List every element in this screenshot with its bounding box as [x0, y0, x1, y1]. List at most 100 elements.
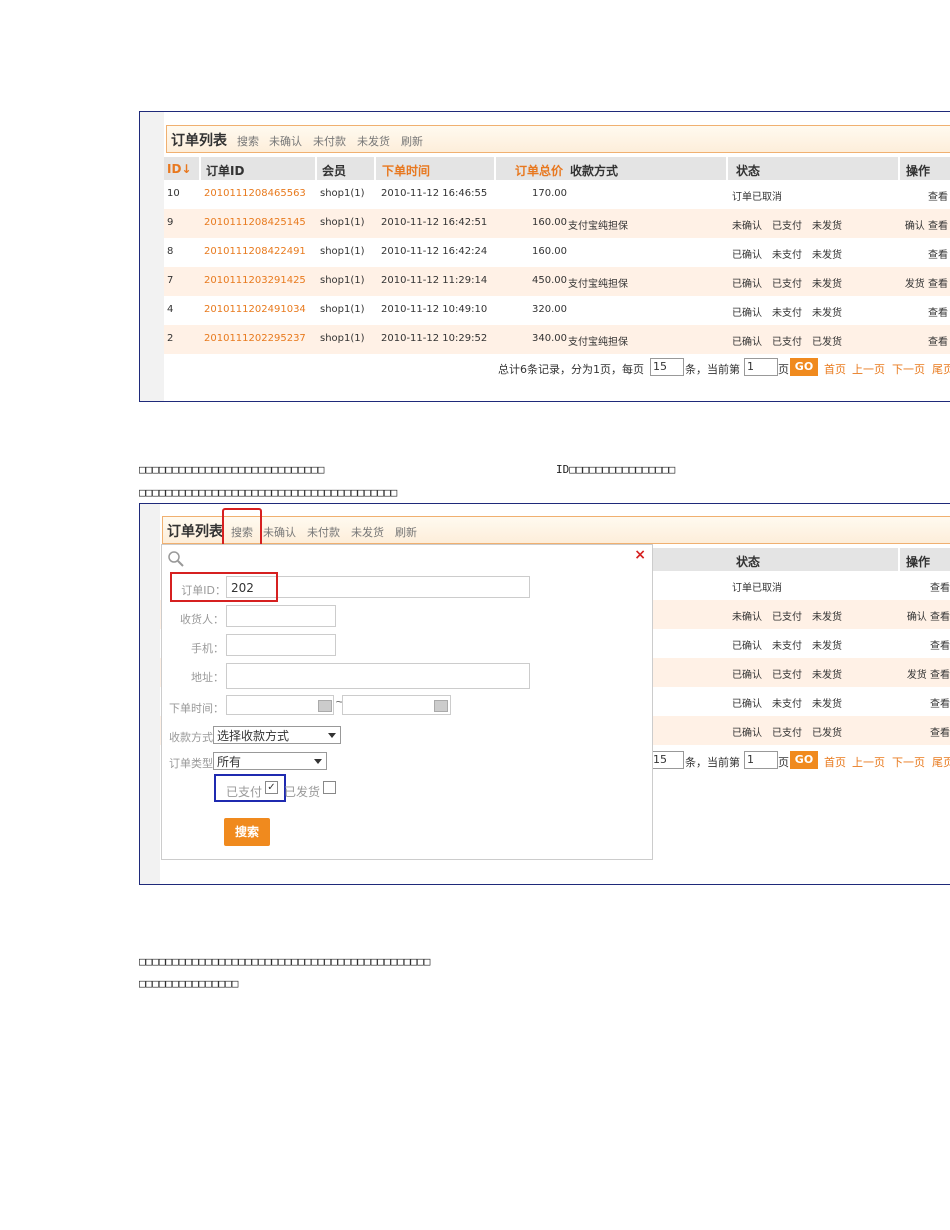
- status-text: 未发货: [812, 699, 842, 710]
- toolbar-link-unpaid-2[interactable]: 未付款: [307, 524, 340, 540]
- order-list-title-2: 订单列表: [167, 524, 223, 540]
- price-cell: 160.00: [532, 217, 567, 228]
- order-id-link[interactable]: 2010111208422491: [204, 246, 306, 257]
- go-button[interactable]: GO: [790, 358, 818, 376]
- per-page-input-2[interactable]: 15: [650, 751, 684, 769]
- prev-page-link[interactable]: 上一页: [852, 361, 885, 377]
- row-id: 9: [167, 217, 174, 228]
- order-search-screenshot: 订单列表 搜索 未确认 未付款 未发货 刷新 状态 操作 订单已取消 查看 未确认已…: [139, 503, 950, 885]
- row-operations-link[interactable]: 查看: [930, 579, 950, 594]
- status-text: 未支付: [772, 308, 802, 319]
- row-operations-link[interactable]: 查看: [928, 246, 948, 261]
- status-text: 已确认: [732, 250, 762, 261]
- status-text: 订单已取消: [732, 583, 782, 594]
- first-page-link-2[interactable]: 首页: [824, 754, 846, 770]
- row-id: 10: [167, 188, 180, 199]
- caption-1-line-1a: □□□□□□□□□□□□□□□□□□□□□□□□□□□□: [139, 463, 325, 476]
- status-text: 已确认: [732, 728, 762, 739]
- toolbar-link-search[interactable]: 搜索: [237, 133, 259, 149]
- order-id-link[interactable]: 2010111202491034: [204, 304, 306, 315]
- calendar-icon[interactable]: [434, 700, 448, 712]
- order-list-screenshot: 订单列表 搜索 未确认 未付款 未发货 刷新 ID↓ 订单ID 会员 下单时间 …: [139, 111, 950, 402]
- next-page-link[interactable]: 下一页: [892, 361, 925, 377]
- toolbar-link-refresh-2[interactable]: 刷新: [395, 524, 417, 540]
- toolbar-link-unconfirmed[interactable]: 未确认: [269, 133, 302, 149]
- current-page-input[interactable]: 1: [744, 358, 778, 376]
- pager-page-unit: 页: [778, 363, 789, 376]
- calendar-icon[interactable]: [318, 700, 332, 712]
- order-id-link[interactable]: 2010111202295237: [204, 333, 306, 344]
- status-text: 未发货: [812, 641, 842, 652]
- per-page-input[interactable]: 15: [650, 358, 684, 376]
- row-operations-link[interactable]: 查看: [930, 637, 950, 652]
- member-cell: shop1(1): [320, 246, 365, 257]
- toolbar-link-unpaid[interactable]: 未付款: [313, 133, 346, 149]
- status-text: 未发货: [812, 279, 842, 290]
- toolbar-link-unshipped-2[interactable]: 未发货: [351, 524, 384, 540]
- status-text: 已确认: [732, 641, 762, 652]
- table-header: ID↓ 订单ID 会员 下单时间 订单总价 收款方式 状态 操作: [164, 157, 950, 180]
- row-operations-link[interactable]: 确认 查看: [907, 608, 950, 623]
- last-page-link[interactable]: 尾页: [932, 361, 950, 377]
- close-icon[interactable]: ×: [634, 547, 646, 563]
- toolbar-link-unshipped[interactable]: 未发货: [357, 133, 390, 149]
- col-total-price[interactable]: 订单总价: [515, 162, 563, 179]
- status-text: 未发货: [812, 308, 842, 319]
- address-label: 地址：: [191, 671, 224, 684]
- status-text: 已支付: [772, 337, 802, 348]
- go-button-2[interactable]: GO: [790, 751, 818, 769]
- order-id-link[interactable]: 2010111208425145: [204, 217, 306, 228]
- status-text: 已发货: [812, 728, 842, 739]
- order-time-cell: 2010-11-12 10:49:10: [381, 304, 488, 315]
- row-operations-link[interactable]: 查看: [928, 188, 948, 203]
- paid-label: 已支付: [226, 785, 263, 799]
- row-operations-link[interactable]: 查看: [930, 724, 950, 739]
- row-operations-link[interactable]: 查看: [928, 304, 948, 319]
- toolbar-link-unconfirmed-2[interactable]: 未确认: [263, 524, 296, 540]
- pagination: 总计6条记录，分为1页，每页 15 条，当前第 1 页 GO 首页 上一页 下一…: [164, 358, 950, 378]
- prev-page-link-2[interactable]: 上一页: [852, 754, 885, 770]
- table-row: 4 2010111202491034 shop1(1) 2010-11-12 10:4…: [164, 296, 950, 325]
- table-row: 9 2010111208425145 shop1(1) 2010-11-12 16:4…: [164, 209, 950, 238]
- col-operations-2: 操作: [906, 555, 931, 569]
- address-input[interactable]: [226, 663, 530, 689]
- price-cell: 160.00: [532, 246, 567, 257]
- status-text: 已确认: [732, 337, 762, 348]
- status-text: 已支付: [772, 221, 802, 232]
- status-text: 未支付: [772, 641, 802, 652]
- order-type-select[interactable]: 所有: [213, 752, 327, 770]
- search-submit-button[interactable]: 搜索: [224, 818, 270, 846]
- row-operations-link[interactable]: 发货 查看: [905, 275, 948, 290]
- consignee-input[interactable]: [226, 605, 336, 627]
- order-id-highlight: [170, 572, 278, 602]
- status-text: 未发货: [812, 670, 842, 681]
- col-order-time[interactable]: 下单时间: [382, 162, 430, 179]
- status-text: 未支付: [772, 250, 802, 261]
- last-page-link-2[interactable]: 尾页: [932, 754, 950, 770]
- status-text: 已确认: [732, 279, 762, 290]
- col-payment-method: 收款方式: [570, 164, 619, 178]
- search-icon: [168, 551, 184, 567]
- row-id: 8: [167, 246, 174, 257]
- shipped-checkbox[interactable]: [323, 781, 336, 794]
- payment-method-select[interactable]: 选择收款方式: [213, 726, 341, 744]
- row-operations-link[interactable]: 查看: [930, 695, 950, 710]
- col-id[interactable]: ID↓: [167, 162, 191, 176]
- row-operations-link[interactable]: 发货 查看: [907, 666, 950, 681]
- toolbar-link-refresh[interactable]: 刷新: [401, 133, 423, 149]
- next-page-link-2[interactable]: 下一页: [892, 754, 925, 770]
- payment-cell: 支付宝纯担保: [568, 337, 628, 348]
- row-id: 7: [167, 275, 174, 286]
- mobile-input[interactable]: [226, 634, 336, 656]
- payment-method-value: 选择收款方式: [217, 729, 290, 743]
- order-id-link[interactable]: 2010111203291425: [204, 275, 306, 286]
- col-operations: 操作: [906, 164, 931, 178]
- row-operations-link[interactable]: 确认 查看: [905, 217, 948, 232]
- first-page-link[interactable]: 首页: [824, 361, 846, 377]
- payment-cell: 支付宝纯担保: [568, 279, 628, 290]
- row-operations-link[interactable]: 查看: [928, 333, 948, 348]
- paid-checkbox[interactable]: ✓: [265, 781, 278, 794]
- current-page-input-2[interactable]: 1: [744, 751, 778, 769]
- order-id-link[interactable]: 2010111208465563: [204, 188, 306, 199]
- status-text: 未确认: [732, 612, 762, 623]
